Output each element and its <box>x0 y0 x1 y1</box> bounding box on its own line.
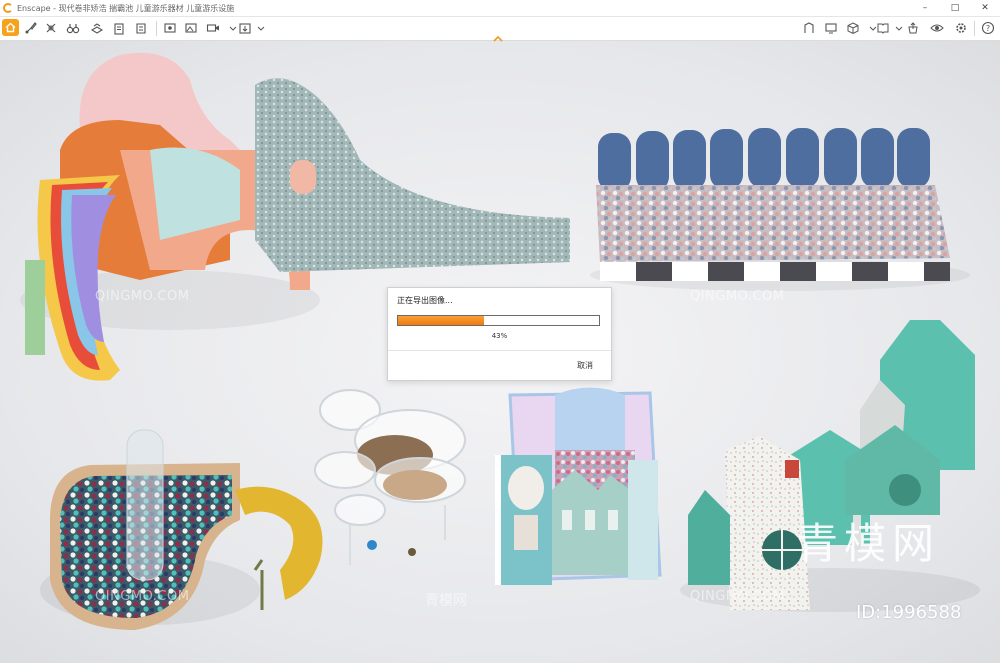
gear-icon[interactable] <box>954 21 968 35</box>
binoculars-icon[interactable] <box>66 21 80 35</box>
bim-icon[interactable] <box>90 21 104 35</box>
progress-bar <box>397 315 600 326</box>
progress-bar-fill <box>398 316 485 325</box>
cube-icon[interactable] <box>846 21 860 35</box>
dropdown-chevron-icon[interactable] <box>892 21 906 35</box>
transparent-tower <box>314 389 466 565</box>
window-title: Enscape - 现代卷非矫浩 揣霸池 儿童游乐器材 儿童游乐设施 <box>17 3 235 13</box>
watermark-text: QINGMO.COM <box>690 289 785 304</box>
watermark-logo-text: 青模网 <box>796 519 941 568</box>
eye-icon[interactable] <box>930 21 944 35</box>
model-id-text: ID:1996588 <box>856 602 962 623</box>
dialog-title: 正在导出图像... <box>397 296 453 305</box>
asset-library-icon[interactable] <box>802 21 816 35</box>
clipboard-icon[interactable] <box>112 21 126 35</box>
home-icon[interactable] <box>2 19 19 36</box>
divider <box>388 350 611 351</box>
cancel-button[interactable]: 取消 <box>577 360 593 371</box>
castle-ball-pit <box>495 387 662 585</box>
chevron-up-icon[interactable] <box>493 28 503 42</box>
panorama-icon[interactable] <box>184 21 198 35</box>
svg-text:?: ? <box>986 24 990 33</box>
notes-icon[interactable] <box>134 21 148 35</box>
close-button[interactable]: ✕ <box>970 0 1000 16</box>
video-icon[interactable] <box>206 21 220 35</box>
screenshot-icon[interactable] <box>163 21 177 35</box>
upload-icon[interactable] <box>906 21 920 35</box>
watermark-text: QINGMO.COM <box>95 289 190 304</box>
maximize-button[interactable]: □ <box>940 0 970 16</box>
brush-icon[interactable] <box>24 21 38 35</box>
book-icon[interactable] <box>876 21 890 35</box>
minimize-button[interactable]: – <box>910 0 940 16</box>
title-bar: Enscape - 现代卷非矫浩 揣霸池 儿童游乐器材 儿童游乐设施 – □ ✕ <box>0 0 1000 17</box>
dropdown-chevron-icon[interactable] <box>254 21 268 35</box>
progress-percent: 43% <box>491 332 508 340</box>
export-progress-dialog: 正在导出图像... 43% 取消 <box>387 287 612 381</box>
watermark-text: QINGMO.COM <box>690 589 785 604</box>
watermark-text: QINGMO.COM <box>95 589 190 604</box>
settings-icon[interactable] <box>44 21 58 35</box>
toolbar-separator <box>974 21 975 36</box>
toolbar-separator <box>156 21 157 36</box>
window-controls: – □ ✕ <box>910 0 1000 16</box>
watermark-cn-text: 青模网 <box>425 593 467 609</box>
enscape-logo-icon <box>3 3 13 13</box>
monitor-icon[interactable] <box>824 21 838 35</box>
export-icon[interactable] <box>238 21 252 35</box>
help-icon[interactable]: ? <box>981 21 995 35</box>
ball-pit-arches <box>596 128 950 281</box>
